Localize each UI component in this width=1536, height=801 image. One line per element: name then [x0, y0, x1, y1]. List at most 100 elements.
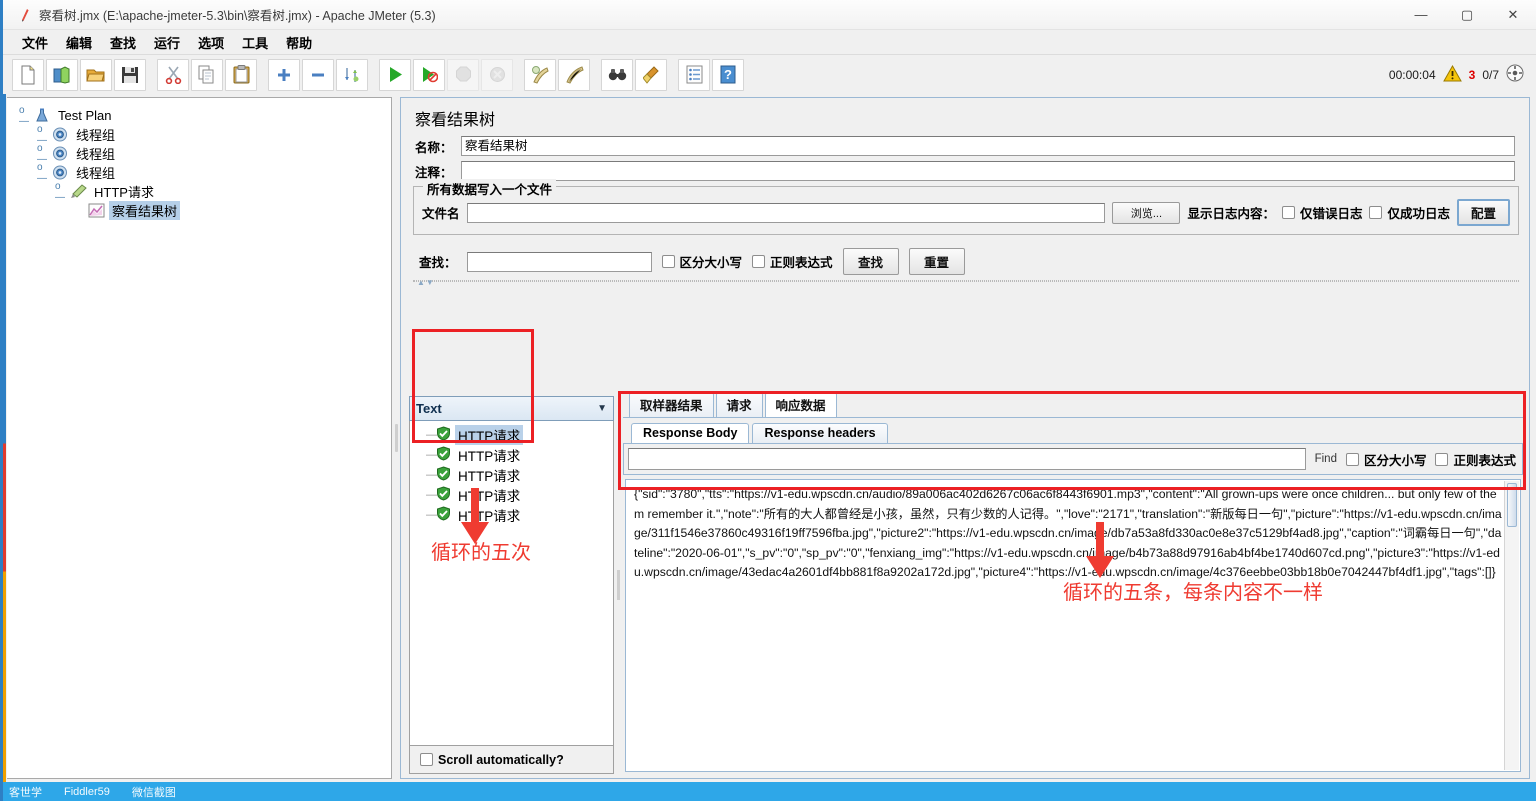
menu-options[interactable]: 选项 [189, 31, 233, 54]
subtab-response-headers[interactable]: Response headers [752, 423, 888, 443]
tree-node-test-plan[interactable]: o— Test Plan [19, 105, 391, 127]
filename-label: 文件名 [422, 207, 460, 221]
thread-counter: 0/7 [1482, 67, 1499, 82]
function-helper-icon[interactable] [678, 58, 710, 91]
checkbox-box[interactable] [1281, 206, 1295, 219]
find-button[interactable]: 查找 [842, 248, 899, 275]
search-icon[interactable] [601, 58, 633, 91]
tree-node-label: 线程组 [76, 128, 116, 143]
main-splitter[interactable] [392, 94, 400, 782]
close-button[interactable]: ✕ [1490, 0, 1536, 30]
filename-input[interactable] [466, 202, 1106, 223]
checkbox-box[interactable] [1369, 206, 1383, 219]
tree-node-view-results-tree[interactable]: 察看结果树 [73, 201, 391, 220]
view-results-tree-icon [87, 202, 105, 219]
scroll-automatically-row: Scroll automatically? [409, 746, 614, 774]
search-case-sensitive-checkbox[interactable]: 区分大小写 [661, 252, 742, 271]
toggle-icon[interactable] [336, 58, 368, 91]
open-icon[interactable] [80, 58, 112, 91]
successes-only-checkbox[interactable]: 仅成功日志 [1369, 203, 1450, 222]
search-regex-checkbox[interactable]: 正则表达式 [752, 252, 833, 271]
taskbar: 客世学 Fiddler59 微信截图 [3, 782, 1536, 801]
response-case-sensitive-label: 区分大小写 [1363, 453, 1427, 468]
errors-only-checkbox[interactable]: 仅错误日志 [1281, 203, 1362, 222]
response-scrollbar[interactable] [1504, 481, 1519, 770]
response-regex-checkbox[interactable]: 正则表达式 [1435, 450, 1516, 469]
cut-icon[interactable] [157, 58, 189, 91]
menu-file[interactable]: 文件 [13, 31, 57, 54]
write-results-to-file-group: 所有数据写入一个文件 文件名 浏览... 显示日志内容： 仅错误日志 仅成功日志… [413, 179, 1519, 235]
menu-help[interactable]: 帮助 [277, 31, 321, 54]
scroll-automatically-checkbox[interactable]: Scroll automatically? [420, 753, 564, 767]
menu-run[interactable]: 运行 [145, 31, 189, 54]
chevron-down-icon[interactable]: ▼ [597, 403, 607, 414]
response-body-box[interactable]: {"sid":"3780","tts":"https://v1-edu.wpsc… [625, 479, 1521, 772]
minimize-button[interactable]: — [1398, 0, 1444, 30]
checkbox-box[interactable] [1435, 452, 1449, 466]
response-body-wrapper: {"sid":"3780","tts":"https://v1-edu.wpsc… [623, 475, 1523, 774]
name-input[interactable]: 察看结果树 [461, 136, 1515, 156]
clear-icon[interactable] [524, 58, 556, 91]
tree-node-thread-group-3[interactable]: o— 线程组 [37, 162, 391, 184]
checkbox-box[interactable] [661, 255, 675, 268]
help-icon[interactable]: ? [712, 58, 744, 91]
response-case-sensitive-checkbox[interactable]: 区分大小写 [1345, 450, 1427, 469]
taskbar-item[interactable]: 微信截图 [132, 784, 176, 800]
save-icon[interactable] [114, 58, 146, 91]
response-find-button[interactable]: Find [1315, 453, 1337, 465]
scroll-automatically-label: Scroll automatically? [438, 752, 564, 767]
list-item[interactable]: — HTTP请求 [410, 485, 613, 505]
comment-input[interactable] [461, 161, 1515, 181]
list-item[interactable]: — HTTP请求 [410, 445, 613, 465]
clear-all-icon[interactable] [558, 58, 590, 91]
taskbar-item[interactable]: 客世学 [9, 784, 42, 800]
tree-node-thread-group-1[interactable]: o— 线程组 [37, 124, 391, 146]
tree-node-http-request[interactable]: o— HTTP请求 [55, 181, 391, 203]
reset-search-icon[interactable] [635, 58, 667, 91]
success-shield-icon [436, 506, 451, 524]
checkbox-box[interactable] [752, 255, 766, 268]
start-icon[interactable] [379, 58, 411, 91]
paste-icon[interactable] [225, 58, 257, 91]
render-selector-value: Text [416, 401, 442, 416]
expand-all-icon[interactable] [268, 58, 300, 91]
templates-icon[interactable] [46, 58, 78, 91]
tab-request[interactable]: 请求 [715, 392, 763, 417]
maximize-button[interactable]: ▢ [1444, 0, 1490, 30]
tab-sampler-result[interactable]: 取样器结果 [629, 392, 714, 417]
render-selector-combo[interactable]: Text ▼ [409, 396, 614, 421]
menu-edit[interactable]: 编辑 [57, 31, 101, 54]
list-item[interactable]: — HTTP请求 [410, 505, 613, 525]
copy-icon[interactable] [191, 58, 223, 91]
collapse-band[interactable]: ▲▼ [413, 278, 1519, 289]
checkbox-box[interactable] [420, 753, 433, 766]
collapse-all-icon[interactable] [302, 58, 334, 91]
start-no-pauses-icon[interactable] [413, 58, 445, 91]
response-find-input[interactable] [628, 448, 1306, 470]
new-icon[interactable] [12, 58, 44, 91]
menu-tools[interactable]: 工具 [233, 31, 277, 54]
sampler-result-list[interactable]: — HTTP请求 — HTTP请求 — HTTP请求 — HTTP请求 — HT… [409, 421, 614, 746]
list-item[interactable]: — HTTP请求 [410, 425, 613, 445]
collapse-knob-icon[interactable]: o— [55, 181, 69, 203]
results-splitter[interactable] [614, 396, 623, 774]
tree-node-thread-group-2[interactable]: o— 线程组 [37, 143, 391, 165]
list-item[interactable]: — HTTP请求 [410, 465, 613, 485]
warning-icon[interactable] [1442, 64, 1462, 85]
search-strip: 查找： 区分大小写 正则表达式 查找 重置 [413, 243, 1519, 281]
subtab-response-body[interactable]: Response Body [631, 423, 750, 443]
expand-knob-icon[interactable]: o— [19, 105, 33, 127]
reset-button[interactable]: 重置 [908, 248, 965, 275]
scrollbar-thumb[interactable] [1507, 483, 1517, 527]
configure-button[interactable]: 配置 [1456, 199, 1510, 226]
browse-button[interactable]: 浏览... [1112, 201, 1181, 224]
test-plan-tree-panel: o— Test Plan o— 线程组 o— 线程组 o— 线程组 o— HTT… [7, 97, 392, 779]
checkbox-box[interactable] [1345, 452, 1359, 466]
menu-search[interactable]: 查找 [101, 31, 145, 54]
tab-response-data[interactable]: 响应数据 [764, 392, 837, 417]
search-input[interactable] [466, 251, 652, 272]
collapse-arrows-icon[interactable]: ▲▼ [417, 278, 435, 287]
collapse-knob-icon[interactable]: o— [37, 162, 51, 184]
window-title: 察看树.jmx (E:\apache-jmeter-5.3\bin\察看树.jm… [39, 9, 436, 23]
taskbar-item[interactable]: Fiddler59 [64, 786, 110, 798]
